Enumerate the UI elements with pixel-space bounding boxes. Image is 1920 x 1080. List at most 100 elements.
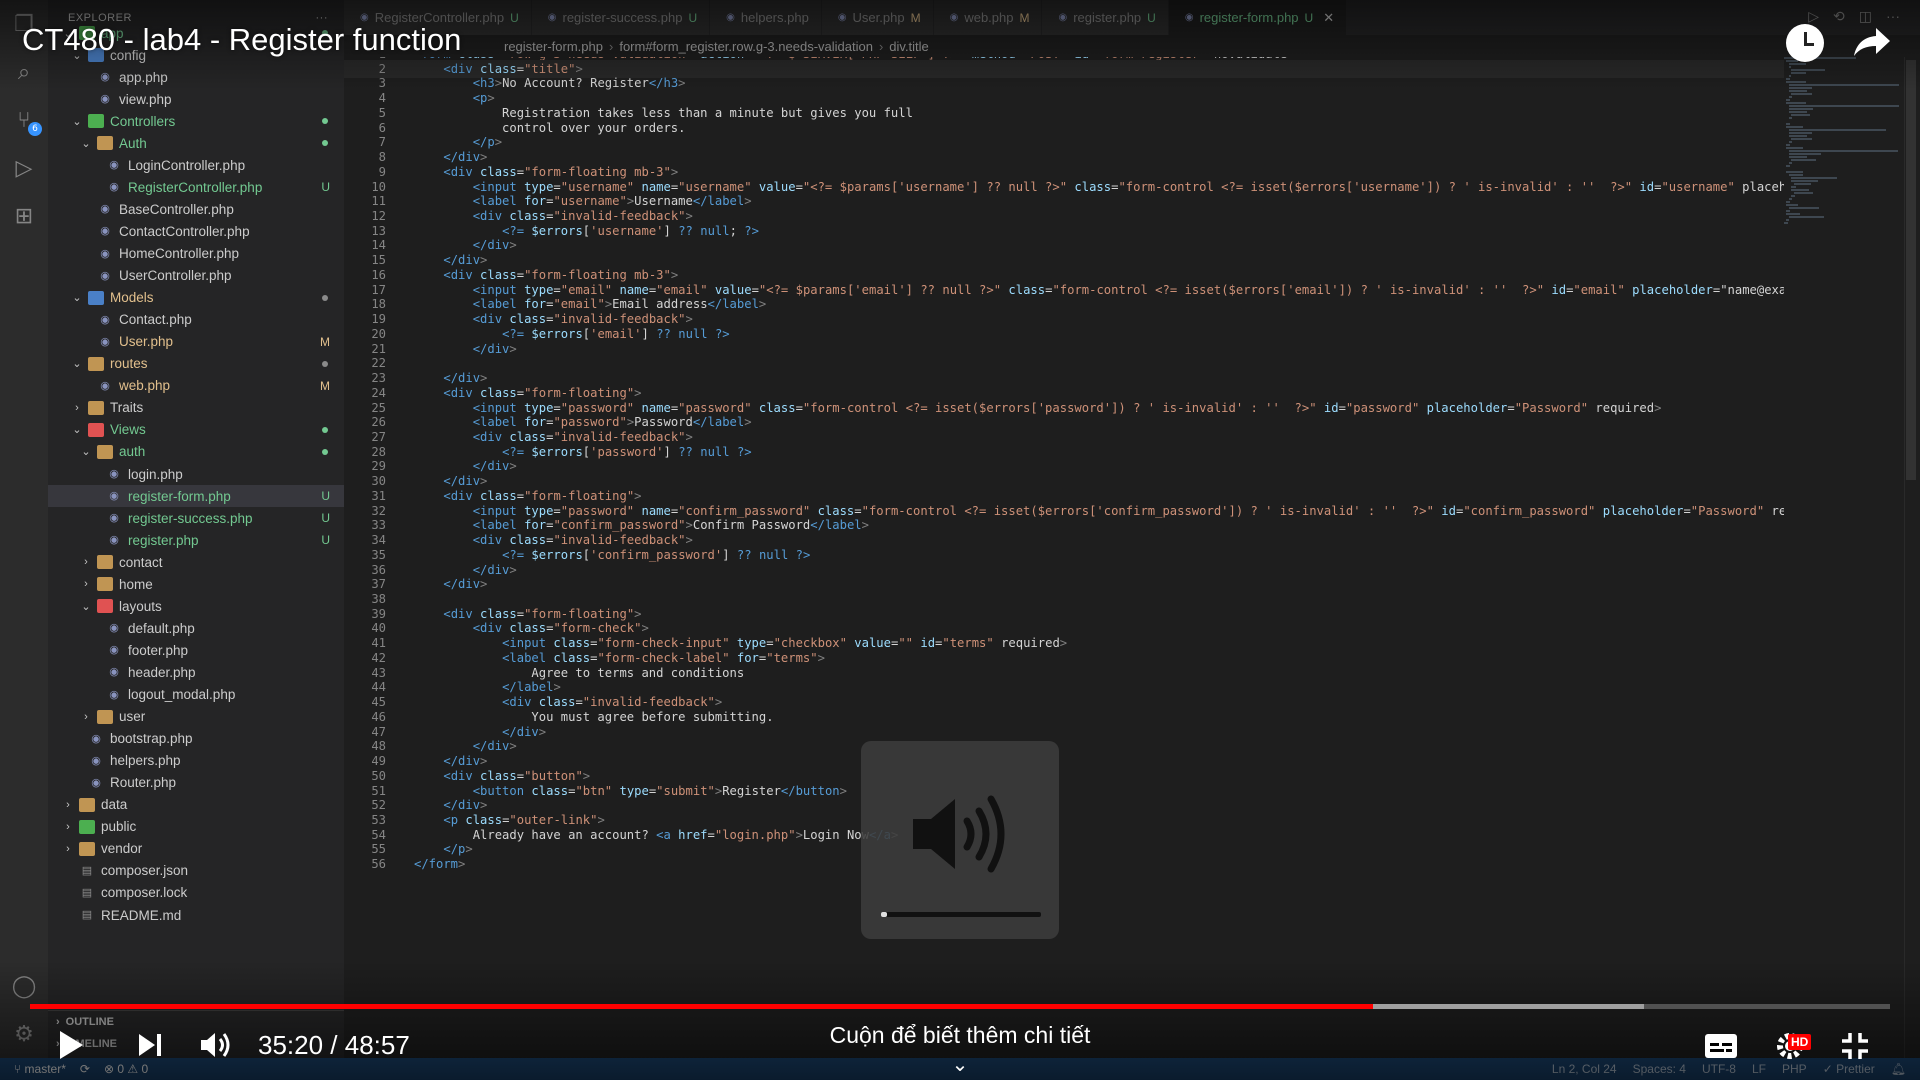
tree-item[interactable]: › public [48, 816, 344, 838]
breadcrumb-form[interactable]: form#form_register.row.g-3.needs-validat… [619, 39, 873, 54]
minimap-line [1788, 117, 1793, 119]
tree-item[interactable]: ◉ logout_modal.php [48, 684, 344, 706]
tree-item[interactable]: › vendor [48, 838, 344, 860]
tree-item[interactable]: ◉ bootstrap.php [48, 728, 344, 750]
tree-item[interactable]: ◉ Contact.php [48, 309, 344, 331]
git-branch-icon: ⑂ [14, 1062, 25, 1076]
tree-item-label: Traits [110, 400, 144, 416]
tree-item[interactable]: ▤ README.md [48, 904, 344, 926]
tree-item[interactable]: ◉ UserController.php [48, 265, 344, 287]
tree-item[interactable]: ◉ BaseController.php [48, 198, 344, 220]
problems-count: 0 ⚠ 0 [117, 1062, 149, 1076]
change-dot-icon [322, 140, 328, 147]
tree-item[interactable]: › data [48, 794, 344, 816]
minimap[interactable] [1784, 57, 1904, 237]
tree-item[interactable]: › contact [48, 551, 344, 573]
editor-tab[interactable]: ◉ User.php M [821, 0, 934, 35]
tree-item[interactable]: › user [48, 706, 344, 728]
git-status-badge: U [510, 10, 519, 25]
tree-item[interactable]: ◉ register.php U [48, 529, 344, 551]
tree-item[interactable]: ⌄ auth [48, 441, 344, 463]
minimap-line [1791, 138, 1812, 140]
chevron-down-icon[interactable]: ⌄ [948, 1052, 972, 1076]
minimap-line [1788, 216, 1824, 218]
tree-item[interactable]: ◉ header.php [48, 661, 344, 683]
tree-item[interactable]: ◉ LoginController.php [48, 154, 344, 176]
subtitles-button[interactable] [1704, 1032, 1738, 1060]
run-debug-icon[interactable]: ▷ [10, 154, 38, 182]
tree-item[interactable]: ◉ view.php [48, 88, 344, 110]
minimap-line [1786, 219, 1789, 221]
source-control-icon[interactable]: ⑂ 6 [10, 106, 42, 136]
minimap-line [1788, 108, 1813, 110]
bell-icon[interactable]: 🔔︎ [1891, 1062, 1906, 1076]
problems-indicator[interactable]: ⊗ 0 ⚠ 0 [104, 1062, 148, 1076]
scroll-hint[interactable]: Cuộn để biết thêm chi tiết [0, 1022, 1920, 1049]
extensions-icon[interactable]: ⊞ [10, 202, 38, 230]
code-line[interactable]: 56 </form> [344, 855, 1784, 873]
branch-indicator[interactable]: ⑂ master* [14, 1062, 66, 1076]
tree-item-label: User.php [119, 334, 174, 350]
search-icon[interactable]: ⌕ [10, 58, 38, 86]
eol[interactable]: LF [1752, 1062, 1766, 1076]
editor-tab[interactable]: ◉ register-success.php U [531, 0, 711, 35]
tree-item[interactable]: ◉ ContactController.php [48, 220, 344, 242]
tree-item[interactable]: ▤ composer.lock [48, 882, 344, 904]
editor-tab[interactable]: ◉ register.php U [1042, 0, 1169, 35]
tree-item[interactable]: ◉ helpers.php [48, 750, 344, 772]
language-mode[interactable]: PHP [1782, 1062, 1807, 1076]
tree-item[interactable]: › Traits [48, 397, 344, 419]
tree-item-label: default.php [128, 620, 195, 636]
cursor-position[interactable]: Ln 2, Col 24 [1552, 1062, 1617, 1076]
tree-item[interactable]: ⌄ Views [48, 419, 344, 441]
editor-tab[interactable]: ◉ helpers.php [710, 0, 822, 35]
code-editor[interactable]: 1<form class="row g-3 needs-validation" … [344, 57, 1784, 1058]
share-icon[interactable] [1850, 22, 1894, 62]
tree-item[interactable]: › home [48, 573, 344, 595]
chevron-down-icon: ⌄ [81, 446, 91, 459]
breadcrumb-file[interactable]: register-form.php [504, 39, 603, 54]
tab-label: register-success.php [562, 10, 683, 25]
minimap-line [1788, 63, 1807, 65]
breadcrumb-div[interactable]: div.title [889, 39, 929, 54]
tree-item[interactable]: ⌄ Models [48, 287, 344, 309]
tree-item[interactable]: ◉ register-form.php U [48, 485, 344, 508]
editor-tab[interactable]: ◉ web.php M [933, 0, 1043, 35]
tree-item[interactable]: ⌄ Auth [48, 132, 344, 154]
tree-item[interactable]: ◉ default.php [48, 617, 344, 639]
minimap-line [1786, 204, 1799, 206]
video-title[interactable]: CT480 - lab4 - Register function [22, 22, 461, 58]
git-status-badge: M [320, 334, 330, 349]
sync-icon[interactable]: ⟳ [80, 1062, 90, 1076]
progress-played[interactable] [30, 1004, 1373, 1009]
tree-item[interactable]: ◉ HomeController.php [48, 243, 344, 265]
minimap-line [1791, 114, 1810, 116]
close-icon[interactable]: ✕ [1323, 10, 1334, 26]
tree-item[interactable]: ◉ web.php M [48, 375, 344, 397]
tree-item[interactable]: ◉ User.php M [48, 331, 344, 353]
tree-item-label: Controllers [110, 113, 176, 129]
tree-item[interactable]: ⌄ routes [48, 353, 344, 375]
tree-item[interactable]: ◉ footer.php [48, 639, 344, 661]
tree-item[interactable]: ◉ Router.php [48, 772, 344, 794]
minimap-line [1788, 96, 1793, 98]
watch-later-icon[interactable] [1786, 24, 1824, 62]
encoding[interactable]: UTF-8 [1702, 1062, 1736, 1076]
editor-tab[interactable]: ◉ register-form.php U ✕ [1168, 0, 1348, 35]
indentation[interactable]: Spaces: 4 [1633, 1062, 1686, 1076]
tree-item[interactable]: ◉ app.php [48, 66, 344, 88]
account-icon[interactable]: ◯ [10, 972, 38, 1000]
exit-fullscreen-button[interactable] [1838, 1030, 1872, 1062]
tree-item[interactable]: ▤ composer.json [48, 860, 344, 882]
tree-item[interactable]: ⌄ layouts [48, 595, 344, 617]
editor-scroll-thumb[interactable] [1906, 60, 1916, 480]
tree-item-label: login.php [128, 466, 183, 482]
tree-item[interactable]: ◉ login.php [48, 463, 344, 485]
run-icon[interactable]: ▷ [1808, 8, 1819, 25]
formatter[interactable]: ✓ Prettier [1823, 1062, 1875, 1076]
compare-icon[interactable]: ⟲ [1833, 8, 1845, 25]
tree-item[interactable]: ⌄ Controllers [48, 110, 344, 132]
tree-item[interactable]: ◉ register-success.php U [48, 507, 344, 529]
tree-item[interactable]: ◉ RegisterController.php U [48, 176, 344, 198]
breadcrumb-separator-icon: › [608, 38, 614, 54]
